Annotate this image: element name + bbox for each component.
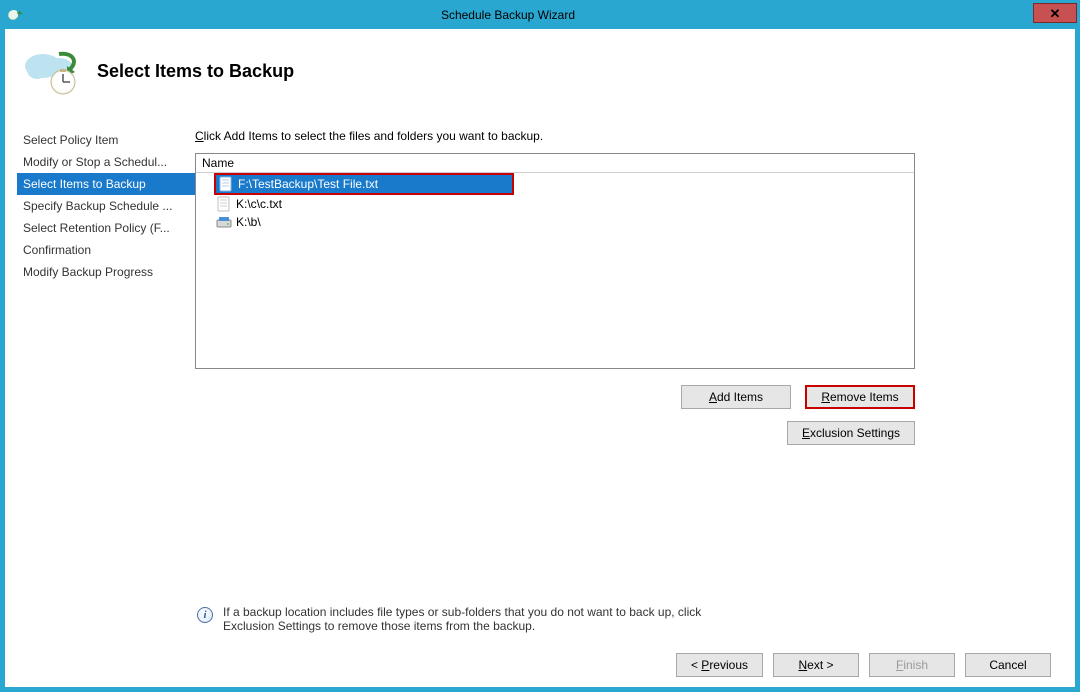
prompt-text: Click Add Items to select the files and … — [195, 129, 925, 143]
step-select-items-to-backup[interactable]: Select Items to Backup — [17, 173, 195, 195]
wizard-steps: Select Policy Item Modify or Stop a Sche… — [5, 129, 195, 633]
cancel-button[interactable]: Cancel — [965, 653, 1051, 677]
previous-button[interactable]: < Previous — [676, 653, 763, 677]
close-button[interactable]: ✕ — [1033, 3, 1077, 23]
app-icon — [7, 7, 23, 23]
drive-icon — [216, 214, 232, 230]
wizard-footer: < Previous Next > Finish Cancel — [5, 653, 1075, 677]
step-confirmation[interactable]: Confirmation — [17, 239, 195, 261]
page-header: Select Items to Backup — [5, 29, 1075, 117]
file-icon — [218, 176, 234, 192]
prompt-rest: lick Add Items to select the files and f… — [204, 129, 544, 143]
items-listbox[interactable]: Name F:\TestBackup\Test File.txt K:\c — [195, 153, 915, 369]
list-row[interactable]: K:\b\ — [196, 213, 914, 231]
add-items-button[interactable]: Add Items — [681, 385, 791, 409]
info-text: If a backup location includes file types… — [223, 605, 703, 633]
list-item-path: K:\b\ — [236, 215, 261, 229]
item-buttons-row: Add Items Remove Items — [195, 385, 915, 409]
list-item-path: F:\TestBackup\Test File.txt — [238, 177, 378, 191]
window-title: Schedule Backup Wizard — [23, 8, 1033, 22]
info-block: i If a backup location includes file typ… — [195, 605, 915, 633]
body: Select Policy Item Modify or Stop a Sche… — [5, 129, 1075, 633]
page-title: Select Items to Backup — [97, 61, 294, 82]
exclusion-settings-button[interactable]: Exclusion Settings — [787, 421, 915, 445]
info-icon: i — [197, 607, 213, 623]
file-icon — [216, 196, 232, 212]
titlebar: Schedule Backup Wizard ✕ — [1, 1, 1079, 29]
column-header-name[interactable]: Name — [196, 154, 914, 173]
main-panel: Click Add Items to select the files and … — [195, 129, 1075, 633]
step-specify-backup-schedule[interactable]: Specify Backup Schedule ... — [17, 195, 195, 217]
list-row[interactable]: K:\c\c.txt — [196, 195, 914, 213]
remove-items-button[interactable]: Remove Items — [805, 385, 915, 409]
exclusion-row: Exclusion Settings — [195, 421, 915, 445]
next-button[interactable]: Next > — [773, 653, 859, 677]
prompt-hotkey: C — [195, 129, 204, 143]
cloud-backup-icon — [17, 43, 87, 99]
step-select-retention-policy[interactable]: Select Retention Policy (F... — [17, 217, 195, 239]
step-select-policy-item[interactable]: Select Policy Item — [17, 129, 195, 151]
step-modify-or-stop[interactable]: Modify or Stop a Schedul... — [17, 151, 195, 173]
client-frame: Select Items to Backup Select Policy Ite… — [1, 29, 1079, 691]
wizard-window: Schedule Backup Wizard ✕ — [0, 0, 1080, 692]
finish-button: Finish — [869, 653, 955, 677]
list-row[interactable]: F:\TestBackup\Test File.txt — [214, 173, 514, 195]
client-area: Select Items to Backup Select Policy Ite… — [5, 29, 1075, 687]
close-icon: ✕ — [1050, 7, 1061, 20]
step-modify-backup-progress[interactable]: Modify Backup Progress — [17, 261, 195, 283]
list-item-path: K:\c\c.txt — [236, 197, 282, 211]
